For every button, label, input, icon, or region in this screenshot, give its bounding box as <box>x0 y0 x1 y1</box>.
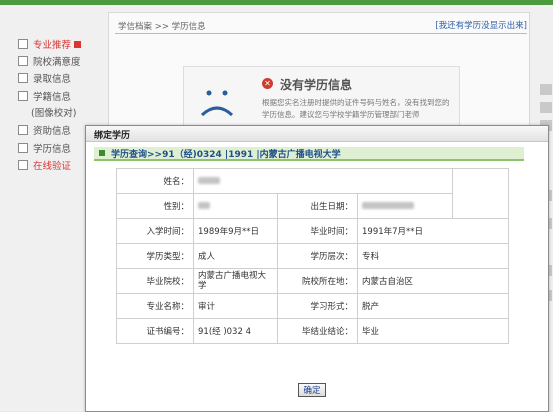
checkbox-icon <box>18 73 28 83</box>
graduation-conclusion-label: 毕结业结论： <box>277 318 358 344</box>
table-row: 姓名： <box>116 168 510 219</box>
study-mode-label: 学习形式： <box>277 293 358 319</box>
checkbox-icon <box>18 160 28 170</box>
dialog-title: 绑定学历 <box>94 131 131 141</box>
gender-value <box>193 193 278 219</box>
table-row: 专业名称： 审计 学习形式： 脱产 <box>116 293 510 319</box>
redacted-text <box>362 202 414 209</box>
sidebar-item-financial-aid[interactable]: 资助信息 <box>18 124 72 137</box>
degree-level-value: 专科 <box>356 243 510 269</box>
graduate-date-value: 1991年7月**日 <box>356 218 510 244</box>
sidebar-item-online-verify[interactable]: 在线验证 <box>18 159 72 172</box>
checkbox-icon <box>18 39 28 49</box>
sidebar-item-label: 资助信息 <box>33 126 72 137</box>
report-missing-link[interactable]: [我还有学历没显示出来] <box>435 19 527 31</box>
sidebar-item-degree-info[interactable]: 学历信息 <box>18 142 72 155</box>
table-row: 证书编号： 91(经 )032 4 毕结业结论： 毕业 <box>116 318 510 344</box>
top-strip <box>0 0 553 5</box>
photo-cell <box>452 168 510 219</box>
enroll-date-label: 入学时间： <box>116 218 194 244</box>
sidebar-item-enrollment[interactable]: 学籍信息 <box>18 90 72 103</box>
sidebar-item-label: 专业推荐 <box>33 40 72 51</box>
study-mode-value: 脱产 <box>356 293 510 319</box>
major-value: 审计 <box>193 293 278 319</box>
school-label: 毕业院校： <box>116 268 194 294</box>
degree-info-table: 姓名： 性别： 出生日期： 入学时间： 1989年9月**日 毕业时间： 199… <box>116 168 510 344</box>
degree-type-label: 学历类型： <box>116 243 194 269</box>
breadcrumb: 学信档案 >> 学历信息 <box>118 22 206 32</box>
sidebar-item-label: 学历信息 <box>33 144 72 155</box>
query-result-bar: 学历查询>>91（经)0324 |1991 |内蒙古广播电视大学 <box>94 147 524 161</box>
checkbox-icon <box>18 125 28 135</box>
confirm-button[interactable]: 确定 <box>298 383 326 397</box>
query-result-label: 学历查询>>91（经)0324 |1991 |内蒙古广播电视大学 <box>111 150 341 160</box>
certificate-no-value: 91(经 )032 4 <box>193 318 278 344</box>
sidebar-item-school-satisfaction[interactable]: 院校满意度 <box>18 55 81 68</box>
breadcrumb-divider <box>115 33 527 34</box>
table-row: 毕业院校： 内蒙古广播电视大学 院校所在地： 内蒙古自治区 <box>116 268 510 294</box>
graduate-date-label: 毕业时间： <box>277 218 358 244</box>
dialog-header[interactable]: 绑定学历 <box>86 126 548 142</box>
sidebar-item-label: 学籍信息 <box>33 92 72 103</box>
redacted-text <box>198 177 220 184</box>
gender-label: 性别： <box>116 193 194 219</box>
new-icon <box>74 40 82 48</box>
school-location-value: 内蒙古自治区 <box>356 268 510 294</box>
graduation-conclusion-value: 毕业 <box>356 318 510 344</box>
name-label: 姓名： <box>116 168 194 194</box>
sidebar-item-label: 在线验证 <box>33 161 72 172</box>
birth-date-value <box>356 193 454 219</box>
no-result-description: 根据您实名注册时提供的证件号码与姓名，没有找到您的学历信息。建议您与学校学籍学历… <box>262 98 450 119</box>
checkbox-icon <box>18 56 28 66</box>
sad-face-icon <box>200 90 234 117</box>
sidebar-item-photo-check[interactable]: (图像校对) <box>31 106 77 119</box>
sidebar-item-label: (图像校对) <box>31 108 77 119</box>
major-label: 专业名称： <box>116 293 194 319</box>
certificate-no-label: 证书编号： <box>116 318 194 344</box>
bind-degree-dialog: 绑定学历 学历查询>>91（经)0324 |1991 |内蒙古广播电视大学 姓名… <box>85 125 549 412</box>
degree-type-value: 成人 <box>193 243 278 269</box>
degree-level-label: 学历层次： <box>277 243 358 269</box>
sidebar-item-major-recommend[interactable]: 专业推荐 <box>18 38 82 51</box>
name-value <box>192 168 454 194</box>
error-icon: ✕ <box>262 78 273 89</box>
table-row: 入学时间： 1989年9月**日 毕业时间： 1991年7月**日 <box>116 218 510 244</box>
sidebar-item-admission[interactable]: 录取信息 <box>18 72 72 85</box>
school-value: 内蒙古广播电视大学 <box>193 268 278 294</box>
enroll-date-value: 1989年9月**日 <box>193 218 278 244</box>
school-location-label: 院校所在地： <box>277 268 358 294</box>
table-row: 性别： 出生日期： <box>116 193 509 219</box>
table-row: 学历类型： 成人 学历层次： 专科 <box>116 243 510 269</box>
sidebar-item-label: 院校满意度 <box>33 57 81 68</box>
birth-date-label: 出生日期： <box>277 193 358 219</box>
redacted-text <box>198 202 210 209</box>
checkbox-icon <box>18 91 28 101</box>
bullet-icon <box>99 150 105 156</box>
checkbox-icon <box>18 143 28 153</box>
no-result-title: 没有学历信息 <box>280 78 353 92</box>
sidebar-item-label: 录取信息 <box>33 74 72 85</box>
